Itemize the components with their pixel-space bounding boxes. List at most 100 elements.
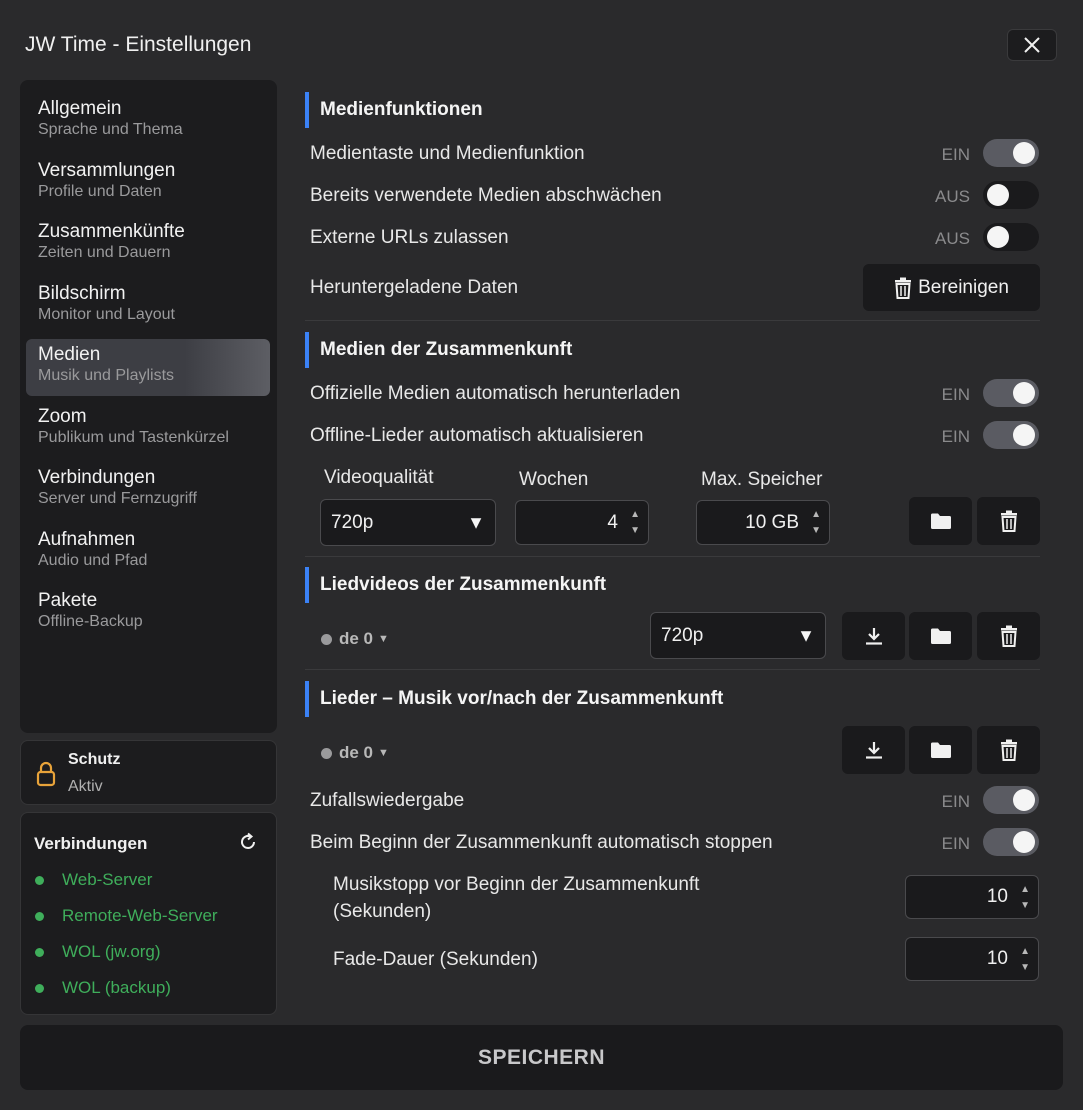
folder-icon bbox=[930, 513, 951, 529]
toggle-knob bbox=[1013, 382, 1035, 404]
protection-title: Schutz bbox=[68, 751, 121, 768]
download-button[interactable] bbox=[842, 612, 905, 660]
song-videos-language-select[interactable]: de 0 ▼ bbox=[321, 629, 389, 649]
sidebar-item-label: Zusammenkünfte bbox=[38, 221, 185, 242]
sidebar-item-pakete[interactable]: Pakete Offline-Backup bbox=[26, 585, 270, 642]
language-value: de 0 bbox=[339, 629, 374, 648]
section-divider bbox=[305, 556, 1040, 557]
window-title: JW Time - Einstellungen bbox=[25, 33, 252, 56]
weeks-input[interactable]: 4 ▲ ▼ bbox=[515, 500, 649, 545]
sidebar-item-sublabel: Publikum und Tastenkürzel bbox=[38, 428, 229, 446]
max-storage-input[interactable]: 10 GB ▲ ▼ bbox=[696, 500, 830, 545]
language-value: de 0 bbox=[339, 743, 374, 762]
clean-button[interactable]: Bereinigen bbox=[863, 264, 1040, 311]
sidebar-item-medien[interactable]: Medien Musik und Playlists bbox=[26, 339, 270, 396]
toggle-knob bbox=[1013, 831, 1035, 853]
sidebar-item-label: Medien bbox=[38, 344, 101, 365]
video-quality-value: 720p bbox=[331, 511, 374, 533]
sidebar-item-zoom[interactable]: Zoom Publikum und Tastenkürzel bbox=[26, 401, 270, 458]
clean-button-label: Bereinigen bbox=[918, 276, 1009, 298]
connection-item-wol-backup: WOL (backup) bbox=[35, 978, 171, 998]
auto-stop-toggle[interactable] bbox=[983, 828, 1039, 856]
caret-down-icon: ▼ bbox=[378, 633, 389, 645]
sidebar-item-sublabel: Monitor und Layout bbox=[38, 305, 175, 323]
download-icon bbox=[865, 628, 882, 645]
stop-before-label-line1: Musikstopp vor Beginn der Zusammenkunft bbox=[333, 874, 700, 895]
video-quality-label: Videoqualität bbox=[324, 467, 434, 488]
auto-stop-label: Beim Beginn der Zusammenkunft automatisc… bbox=[310, 832, 773, 853]
trash-icon bbox=[1000, 510, 1017, 532]
toggle-knob bbox=[987, 184, 1009, 206]
lock-icon bbox=[36, 761, 56, 787]
connection-item-wol-jworg: WOL (jw.org) bbox=[35, 942, 161, 962]
media-key-toggle[interactable] bbox=[983, 139, 1039, 167]
trash-icon bbox=[1000, 625, 1017, 647]
section-heading-meeting-media: Medien der Zusammenkunft bbox=[305, 332, 1040, 368]
sidebar-item-versammlungen[interactable]: Versammlungen Profile und Daten bbox=[26, 155, 270, 212]
connection-label: WOL (backup) bbox=[62, 978, 171, 997]
spinner-arrows-icon[interactable]: ▲ ▼ bbox=[630, 507, 640, 539]
sidebar-item-label: Allgemein bbox=[38, 98, 122, 119]
open-folder-button[interactable] bbox=[909, 497, 972, 545]
trash-icon bbox=[1000, 739, 1017, 761]
auto-download-toggle[interactable] bbox=[983, 379, 1039, 407]
connection-label: Web-Server bbox=[62, 870, 153, 889]
close-button[interactable] bbox=[1007, 29, 1057, 61]
sidebar-item-sublabel: Audio und Pfad bbox=[38, 551, 148, 569]
fade-value: 10 bbox=[986, 948, 1008, 969]
video-quality-select[interactable]: 720p ▼ bbox=[320, 499, 496, 546]
songs-language-select[interactable]: de 0 ▼ bbox=[321, 743, 389, 763]
dim-used-state: AUS bbox=[935, 187, 970, 206]
protection-status: Aktiv bbox=[68, 778, 103, 795]
sidebar-item-allgemein[interactable]: Allgemein Sprache und Thema bbox=[26, 93, 270, 150]
sidebar-item-sublabel: Zeiten und Dauern bbox=[38, 244, 171, 261]
external-urls-toggle[interactable] bbox=[983, 223, 1039, 251]
refresh-icon[interactable] bbox=[238, 832, 258, 852]
dim-used-toggle[interactable] bbox=[983, 181, 1039, 209]
sidebar-item-bildschirm[interactable]: Bildschirm Monitor und Layout bbox=[26, 278, 270, 335]
auto-update-toggle[interactable] bbox=[983, 421, 1039, 449]
auto-download-state: EIN bbox=[941, 385, 970, 404]
external-urls-label: Externe URLs zulassen bbox=[310, 227, 509, 248]
stop-before-input[interactable]: 10 ▲ ▼ bbox=[905, 875, 1039, 919]
weeks-value: 4 bbox=[607, 511, 618, 533]
connection-item-web-server: Web-Server bbox=[35, 870, 152, 890]
shuffle-toggle[interactable] bbox=[983, 786, 1039, 814]
save-button[interactable]: SPEICHERN bbox=[20, 1025, 1063, 1090]
sidebar-item-sublabel: Offline-Backup bbox=[38, 613, 143, 630]
external-urls-state: AUS bbox=[935, 229, 970, 248]
connection-item-remote-web-server: Remote-Web-Server bbox=[35, 906, 218, 926]
max-storage-value: 10 GB bbox=[745, 511, 799, 533]
media-key-label: Medientaste und Medienfunktion bbox=[310, 143, 585, 164]
status-dot bbox=[35, 911, 44, 921]
open-folder-button[interactable] bbox=[909, 612, 972, 660]
status-dot bbox=[35, 983, 44, 993]
section-heading-medienfunktionen: Medienfunktionen bbox=[305, 92, 1040, 128]
spinner-arrows-icon[interactable]: ▲ ▼ bbox=[811, 507, 821, 539]
spinner-arrows-icon[interactable]: ▲ ▼ bbox=[1020, 944, 1030, 976]
delete-button[interactable] bbox=[977, 497, 1040, 545]
sidebar-item-zusammenkuenfte[interactable]: Zusammenkünfte Zeiten und Dauern bbox=[26, 216, 270, 273]
auto-update-label: Offline-Lieder automatisch aktualisieren bbox=[310, 425, 644, 446]
section-heading-song-videos: Liedvideos der Zusammenkunft bbox=[305, 567, 1040, 603]
close-icon bbox=[1024, 37, 1040, 53]
status-dot bbox=[321, 747, 332, 759]
delete-button[interactable] bbox=[977, 612, 1040, 660]
fade-input[interactable]: 10 ▲ ▼ bbox=[905, 937, 1039, 981]
caret-down-icon: ▼ bbox=[467, 512, 485, 532]
connections-title: Verbindungen bbox=[34, 834, 148, 853]
sidebar-item-label: Aufnahmen bbox=[38, 528, 136, 550]
sidebar-item-sublabel: Musik und Playlists bbox=[38, 367, 175, 384]
song-video-quality-select[interactable]: 720p ▼ bbox=[650, 612, 826, 659]
downloaded-data-label: Heruntergeladene Daten bbox=[310, 277, 519, 298]
protection-card[interactable]: Schutz Aktiv bbox=[20, 740, 277, 805]
folder-icon bbox=[930, 742, 951, 758]
download-button[interactable] bbox=[842, 726, 905, 774]
fade-label: Fade-Dauer (Sekunden) bbox=[333, 949, 538, 970]
delete-button[interactable] bbox=[977, 726, 1040, 774]
open-folder-button[interactable] bbox=[909, 726, 972, 774]
spinner-arrows-icon[interactable]: ▲ ▼ bbox=[1020, 882, 1030, 914]
section-divider bbox=[305, 320, 1040, 321]
sidebar-item-aufnahmen[interactable]: Aufnahmen Audio und Pfad bbox=[26, 524, 270, 581]
sidebar-item-verbindungen[interactable]: Verbindungen Server und Fernzugriff bbox=[26, 462, 270, 519]
